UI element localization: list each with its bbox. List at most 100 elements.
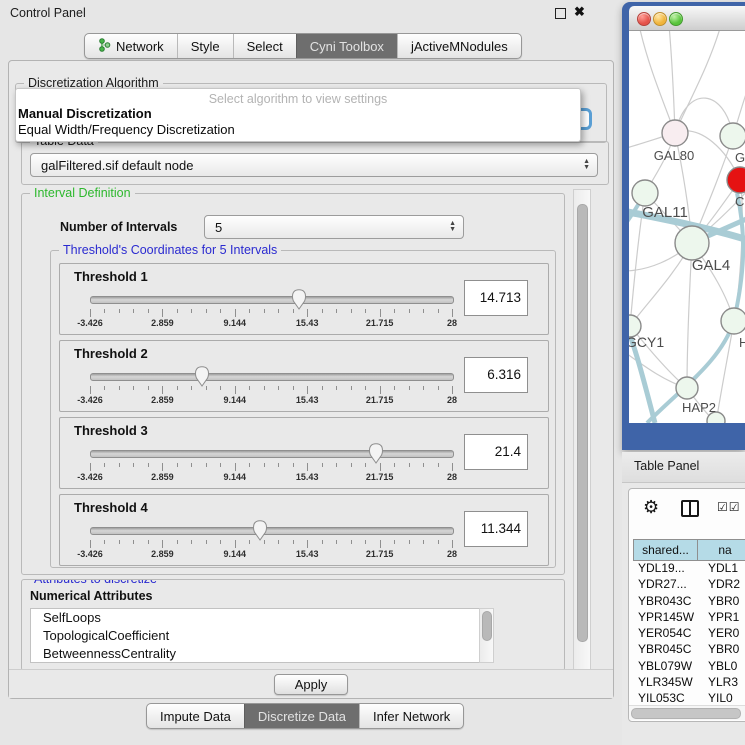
table-cell-shared-name[interactable]: YDR27... — [633, 577, 704, 593]
table-cell-shared-name[interactable]: YLR345W — [633, 675, 704, 691]
table-cell-name[interactable]: YDL1 — [704, 561, 745, 577]
tick-label: 15.43 — [296, 549, 319, 559]
node-h[interactable] — [721, 308, 745, 334]
tick-mark — [220, 463, 221, 467]
table-row[interactable]: YLR345W YLR3 — [633, 675, 745, 691]
attributes-list-scrollbar[interactable] — [479, 608, 494, 663]
columns-icon[interactable] — [681, 500, 699, 517]
table-cell-name[interactable]: YER0 — [704, 626, 745, 642]
tick-mark — [264, 463, 265, 467]
tick-label: 21.715 — [366, 549, 394, 559]
slider-thumb[interactable] — [194, 365, 210, 387]
node-gal4[interactable] — [675, 226, 709, 260]
tab-infer-network[interactable]: Infer Network — [359, 704, 463, 728]
threshold-label: Threshold 1 — [74, 269, 148, 284]
tab-jactivemnodules[interactable]: jActiveMNodules — [397, 34, 521, 58]
table-cell-shared-name[interactable]: YER054C — [633, 626, 704, 642]
table-row[interactable]: YDL19... YDL1 — [633, 561, 745, 577]
minimize-traffic-light-icon[interactable] — [653, 12, 667, 26]
zoom-traffic-light-icon[interactable] — [669, 12, 683, 26]
network-window-titlebar[interactable] — [629, 6, 745, 31]
tick-label: 2.859 — [151, 318, 174, 328]
slider-thumb[interactable] — [368, 442, 384, 464]
float-window-icon[interactable] — [555, 8, 566, 19]
algorithm-option-manual[interactable]: Manual Discretization — [18, 106, 152, 121]
tick-mark — [177, 463, 178, 467]
table-cell-name[interactable]: YBR0 — [704, 594, 745, 610]
scrollbar-thumb[interactable] — [482, 611, 492, 641]
close-traffic-light-icon[interactable] — [637, 12, 651, 26]
table-panel-title: Table Panel — [634, 459, 699, 473]
column-header-shared-name[interactable]: shared... — [633, 539, 698, 561]
table-data-combobox[interactable]: galFiltered.sif default node ▲▼ — [30, 153, 598, 177]
threshold-value-field[interactable]: 6.316 — [464, 357, 528, 393]
slider-track[interactable] — [90, 450, 454, 458]
panel-scrollbar[interactable] — [573, 189, 591, 671]
network-canvas[interactable]: GAL80 GA C GAL11 GAL4 GCY1 H HAP2 — [629, 31, 745, 423]
scrollbar-thumb[interactable] — [577, 204, 588, 642]
slider-tick-labels: -3.4262.8599.14415.4321.71528 — [90, 549, 452, 560]
node-gal11[interactable] — [632, 180, 658, 206]
table-cell-shared-name[interactable]: YPR145W — [633, 610, 704, 626]
column-header-name[interactable]: na — [698, 539, 745, 561]
attribute-list-item[interactable]: TopologicalCoefficient — [31, 627, 493, 645]
table-row[interactable]: YBL079W YBL0 — [633, 659, 745, 675]
slider-thumb[interactable] — [252, 519, 268, 541]
attribute-list-item[interactable]: SelfLoops — [31, 609, 493, 627]
numerical-attributes-list[interactable]: SelfLoops TopologicalCoefficient Between… — [30, 608, 494, 663]
threshold-value-field[interactable]: 11.344 — [464, 511, 528, 547]
numerical-attributes-label: Numerical Attributes — [30, 589, 152, 603]
table-cell-name[interactable]: YDR2 — [704, 577, 745, 593]
attribute-list-item[interactable]: BetweennessCentrality — [31, 645, 493, 663]
tick-mark — [249, 386, 250, 390]
table-cell-shared-name[interactable]: YBR043C — [633, 594, 704, 610]
tab-style[interactable]: Style — [177, 34, 233, 58]
apply-button[interactable]: Apply — [274, 674, 349, 695]
table-cell-name[interactable]: YPR1 — [704, 610, 745, 626]
node-ga[interactable] — [720, 123, 745, 149]
threshold-value-field[interactable]: 14.713 — [464, 280, 528, 316]
tick-mark — [119, 540, 120, 544]
tick-mark — [438, 309, 439, 313]
slider-track[interactable] — [90, 527, 454, 535]
threshold-value-field[interactable]: 21.4 — [464, 434, 528, 470]
tab-select[interactable]: Select — [233, 34, 296, 58]
slider-tick-labels: -3.4262.8599.14415.4321.71528 — [90, 318, 452, 329]
table-row[interactable]: YER054C YER0 — [633, 626, 745, 642]
node-label-c: C — [735, 194, 744, 209]
gear-icon[interactable]: ⚙ — [643, 497, 659, 518]
table-row[interactable]: YDR27... YDR2 — [633, 577, 745, 593]
table-data-combobox-value: galFiltered.sif default node — [41, 158, 193, 173]
tick-label: 9.144 — [224, 318, 247, 328]
table-row[interactable]: YBR043C YBR0 — [633, 594, 745, 610]
tick-label: 9.144 — [224, 549, 247, 559]
slider-track[interactable] — [90, 296, 454, 304]
table-row[interactable]: YPR145W YPR1 — [633, 610, 745, 626]
tab-discretize-data[interactable]: Discretize Data — [244, 704, 359, 728]
table-row[interactable]: YBR045C YBR0 — [633, 642, 745, 658]
select-columns-checkboxes-icon[interactable]: ☑☑ — [717, 500, 741, 514]
scrollbar-thumb[interactable] — [631, 708, 741, 719]
table-cell-shared-name[interactable]: YDL19... — [633, 561, 704, 577]
close-icon[interactable]: ✖ — [574, 4, 585, 20]
table-cell-name[interactable]: YBL0 — [704, 659, 745, 675]
node-gal80[interactable] — [662, 120, 688, 146]
algorithm-option-equal-width[interactable]: Equal Width/Frequency Discretization — [18, 122, 235, 137]
tab-impute-data[interactable]: Impute Data — [147, 704, 244, 728]
slider-ticks — [90, 309, 452, 318]
tick-mark — [278, 463, 279, 467]
table-cell-name[interactable]: YBR0 — [704, 642, 745, 658]
number-of-intervals-combobox[interactable]: 5 ▲▼ — [204, 215, 464, 239]
table-horizontal-scrollbar[interactable] — [629, 705, 745, 720]
table-cell-shared-name[interactable]: YBR045C — [633, 642, 704, 658]
slider-thumb[interactable] — [291, 288, 307, 310]
tick-label: 15.43 — [296, 472, 319, 482]
tab-network[interactable]: Network — [85, 34, 177, 58]
tab-cyni-toolbox[interactable]: Cyni Toolbox — [296, 34, 397, 58]
tick-mark — [177, 309, 178, 313]
node-hap2[interactable] — [676, 377, 698, 399]
table-cell-shared-name[interactable]: YBL079W — [633, 659, 704, 675]
slider-track[interactable] — [90, 373, 454, 381]
node-selected-red[interactable] — [727, 167, 745, 193]
table-cell-name[interactable]: YLR3 — [704, 675, 745, 691]
